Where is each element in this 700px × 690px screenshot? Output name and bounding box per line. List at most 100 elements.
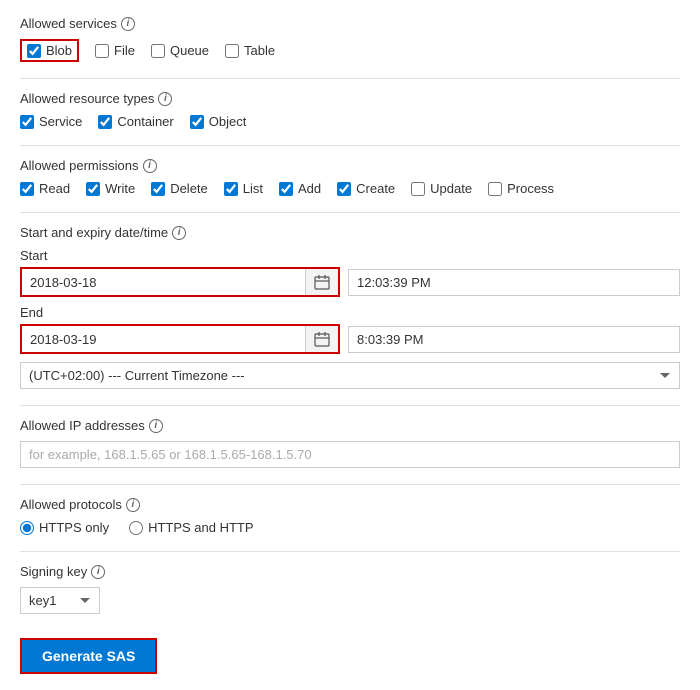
allowed-resource-types-label: Allowed resource types <box>20 91 154 106</box>
create-checkbox[interactable] <box>337 182 351 196</box>
allowed-resource-types-section: Allowed resource types i Service Contain… <box>20 91 680 129</box>
read-checkbox[interactable] <box>20 182 34 196</box>
process-label: Process <box>507 181 554 196</box>
process-checkbox[interactable] <box>488 182 502 196</box>
create-checkbox-item[interactable]: Create <box>337 181 395 196</box>
end-date-field-wrapper <box>20 324 340 354</box>
permissions-checkboxes: Read Write Delete List Add Create Update <box>20 181 680 196</box>
allowed-services-section: Allowed services i Blob File Queue Table <box>20 16 680 62</box>
object-checkbox[interactable] <box>190 115 204 129</box>
list-checkbox-item[interactable]: List <box>224 181 263 196</box>
generate-sas-button[interactable]: Generate SAS <box>20 638 157 674</box>
allowed-services-info-icon[interactable]: i <box>121 17 135 31</box>
delete-checkbox-item[interactable]: Delete <box>151 181 208 196</box>
create-label: Create <box>356 181 395 196</box>
service-label: Service <box>39 114 82 129</box>
write-checkbox[interactable] <box>86 182 100 196</box>
allowed-resource-types-title: Allowed resource types i <box>20 91 680 106</box>
object-checkbox-item[interactable]: Object <box>190 114 247 129</box>
allowed-protocols-section: Allowed protocols i HTTPS only HTTPS and… <box>20 497 680 535</box>
blob-checkbox-item[interactable]: Blob <box>27 43 72 58</box>
table-checkbox[interactable] <box>225 44 239 58</box>
start-datetime-row <box>20 267 680 297</box>
process-checkbox-item[interactable]: Process <box>488 181 554 196</box>
container-label: Container <box>117 114 173 129</box>
queue-checkbox[interactable] <box>151 44 165 58</box>
allowed-permissions-section: Allowed permissions i Read Write Delete … <box>20 158 680 196</box>
end-label: End <box>20 305 680 320</box>
allowed-permissions-label: Allowed permissions <box>20 158 139 173</box>
start-date-input[interactable] <box>22 270 305 295</box>
add-checkbox-item[interactable]: Add <box>279 181 321 196</box>
start-expiry-label: Start and expiry date/time <box>20 225 168 240</box>
object-label: Object <box>209 114 247 129</box>
update-checkbox-item[interactable]: Update <box>411 181 472 196</box>
allowed-protocols-title: Allowed protocols i <box>20 497 680 512</box>
write-label: Write <box>105 181 135 196</box>
allowed-resource-types-info-icon[interactable]: i <box>158 92 172 106</box>
list-label: List <box>243 181 263 196</box>
write-checkbox-item[interactable]: Write <box>86 181 135 196</box>
allowed-permissions-info-icon[interactable]: i <box>143 159 157 173</box>
update-label: Update <box>430 181 472 196</box>
read-label: Read <box>39 181 70 196</box>
generate-sas-wrapper: Generate SAS <box>20 630 680 674</box>
end-date-input[interactable] <box>22 327 305 352</box>
update-checkbox[interactable] <box>411 182 425 196</box>
resource-types-checkboxes: Service Container Object <box>20 114 680 129</box>
table-label: Table <box>244 43 275 58</box>
start-expiry-title: Start and expiry date/time i <box>20 225 680 240</box>
https-http-label: HTTPS and HTTP <box>148 520 253 535</box>
start-time-input[interactable] <box>348 269 680 296</box>
start-label: Start <box>20 248 680 263</box>
blob-checkbox-wrapper: Blob <box>20 39 79 62</box>
https-http-radio[interactable] <box>129 521 143 535</box>
protocols-radio-group: HTTPS only HTTPS and HTTP <box>20 520 680 535</box>
allowed-ip-input[interactable] <box>20 441 680 468</box>
end-calendar-button[interactable] <box>305 326 338 352</box>
signing-key-label: Signing key <box>20 564 87 579</box>
signing-key-select[interactable]: key1 key2 <box>20 587 100 614</box>
start-date-field-wrapper <box>20 267 340 297</box>
delete-checkbox[interactable] <box>151 182 165 196</box>
allowed-ip-section: Allowed IP addresses i <box>20 418 680 468</box>
allowed-protocols-info-icon[interactable]: i <box>126 498 140 512</box>
file-checkbox-item[interactable]: File <box>95 43 135 58</box>
signing-key-title: Signing key i <box>20 564 680 579</box>
https-only-radio[interactable] <box>20 521 34 535</box>
queue-checkbox-item[interactable]: Queue <box>151 43 209 58</box>
signing-key-info-icon[interactable]: i <box>91 565 105 579</box>
allowed-services-label: Allowed services <box>20 16 117 31</box>
https-http-radio-item[interactable]: HTTPS and HTTP <box>129 520 253 535</box>
end-datetime-row <box>20 324 680 354</box>
start-expiry-section: Start and expiry date/time i Start End <box>20 225 680 389</box>
add-checkbox[interactable] <box>279 182 293 196</box>
service-checkbox-item[interactable]: Service <box>20 114 82 129</box>
start-expiry-info-icon[interactable]: i <box>172 226 186 240</box>
blob-checkbox[interactable] <box>27 44 41 58</box>
signing-key-section: Signing key i key1 key2 <box>20 564 680 614</box>
https-only-label: HTTPS only <box>39 520 109 535</box>
start-calendar-button[interactable] <box>305 269 338 295</box>
delete-label: Delete <box>170 181 208 196</box>
read-checkbox-item[interactable]: Read <box>20 181 70 196</box>
allowed-ip-label: Allowed IP addresses <box>20 418 145 433</box>
blob-label: Blob <box>46 43 72 58</box>
timezone-select[interactable]: (UTC+02:00) --- Current Timezone --- <box>20 362 680 389</box>
queue-label: Queue <box>170 43 209 58</box>
service-checkbox[interactable] <box>20 115 34 129</box>
allowed-permissions-title: Allowed permissions i <box>20 158 680 173</box>
list-checkbox[interactable] <box>224 182 238 196</box>
file-label: File <box>114 43 135 58</box>
allowed-ip-title: Allowed IP addresses i <box>20 418 680 433</box>
https-only-radio-item[interactable]: HTTPS only <box>20 520 109 535</box>
end-time-input[interactable] <box>348 326 680 353</box>
allowed-protocols-label: Allowed protocols <box>20 497 122 512</box>
allowed-ip-info-icon[interactable]: i <box>149 419 163 433</box>
table-checkbox-item[interactable]: Table <box>225 43 275 58</box>
container-checkbox-item[interactable]: Container <box>98 114 173 129</box>
allowed-services-checkboxes: Blob File Queue Table <box>20 39 680 62</box>
allowed-services-title: Allowed services i <box>20 16 680 31</box>
container-checkbox[interactable] <box>98 115 112 129</box>
file-checkbox[interactable] <box>95 44 109 58</box>
